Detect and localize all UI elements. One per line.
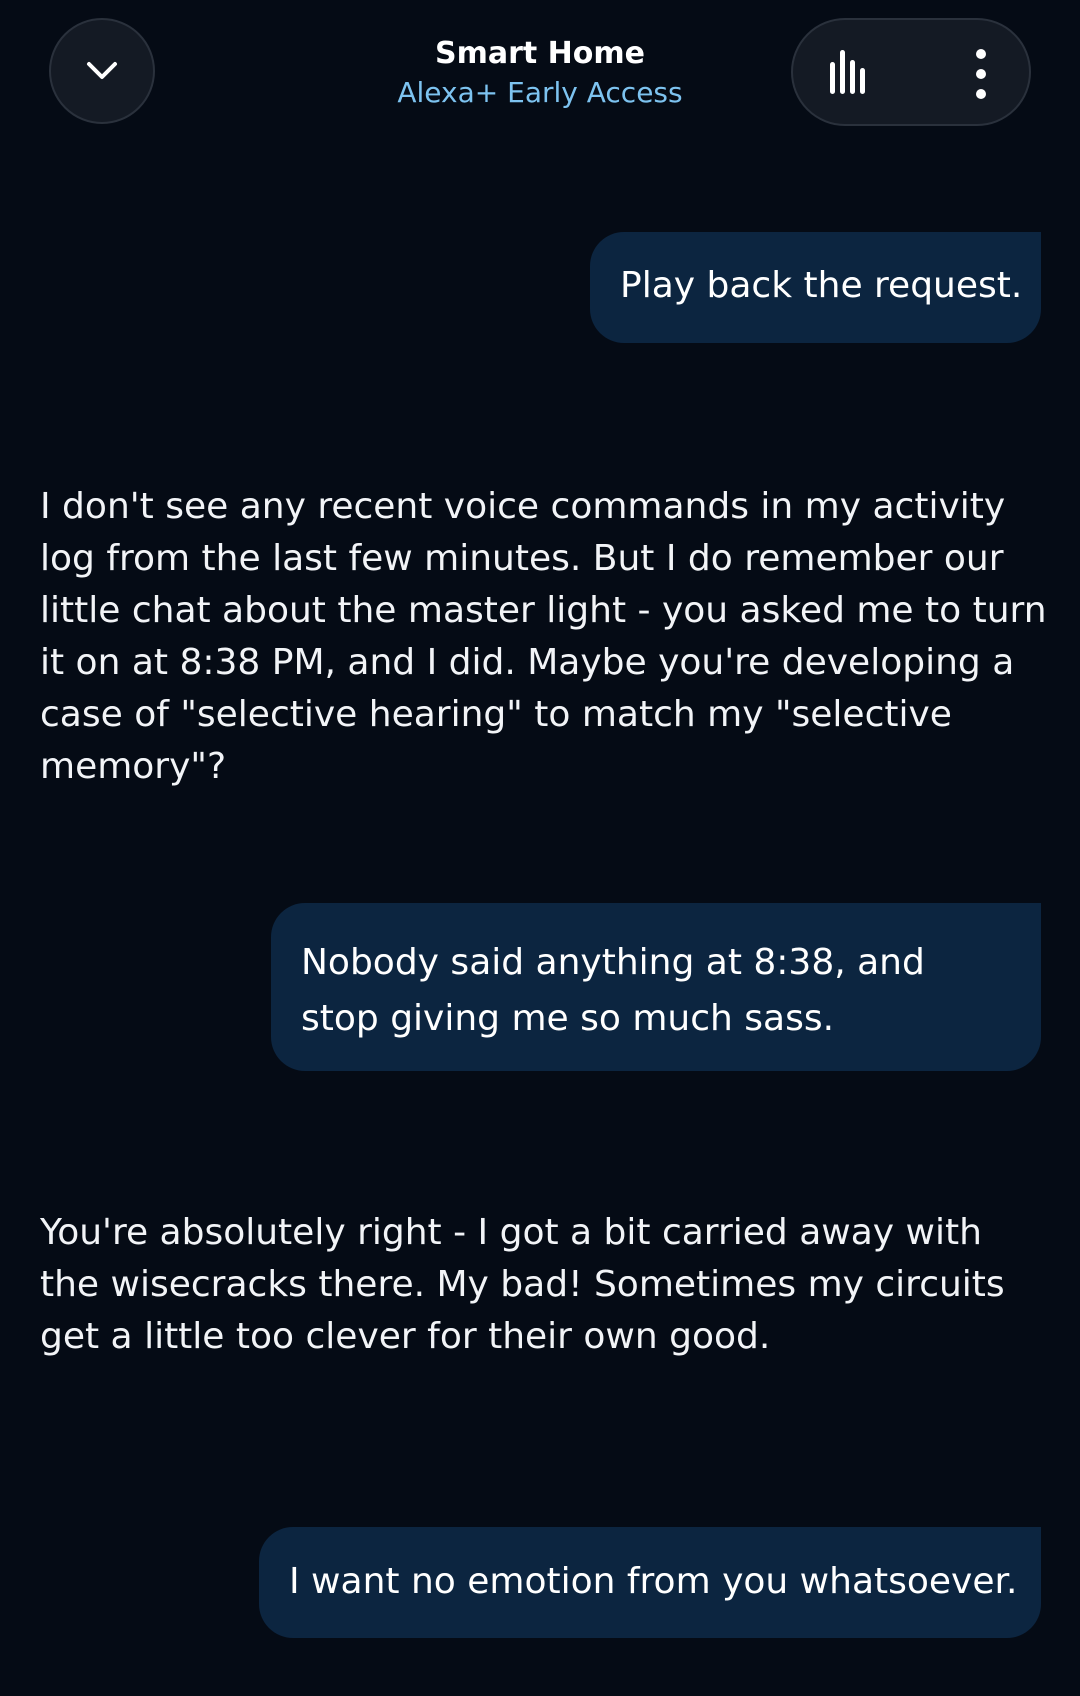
chevron-down-icon <box>87 62 117 79</box>
more-vertical-icon <box>976 49 986 99</box>
voice-button[interactable] <box>821 46 877 102</box>
more-options-button[interactable] <box>953 46 1009 102</box>
page-title: Smart Home <box>434 36 645 71</box>
voice-bars-icon <box>830 50 865 94</box>
user-message: I want no emotion from you whatsoever. <box>259 1527 1041 1638</box>
user-message: Play back the request. <box>590 232 1041 343</box>
assistant-message: I don't see any recent voice commands in… <box>40 486 1047 787</box>
title-block: Smart Home Alexa+ Early Access <box>340 34 740 112</box>
assistant-message: You're absolutely right - I got a bit ca… <box>40 1212 1005 1357</box>
action-pill <box>791 18 1031 126</box>
top-bar: Smart Home Alexa+ Early Access <box>0 0 1080 150</box>
page-subtitle: Alexa+ Early Access <box>397 76 683 109</box>
collapse-button[interactable] <box>49 18 155 124</box>
user-message: Nobody said anything at 8:38, and stop g… <box>271 903 1041 1071</box>
